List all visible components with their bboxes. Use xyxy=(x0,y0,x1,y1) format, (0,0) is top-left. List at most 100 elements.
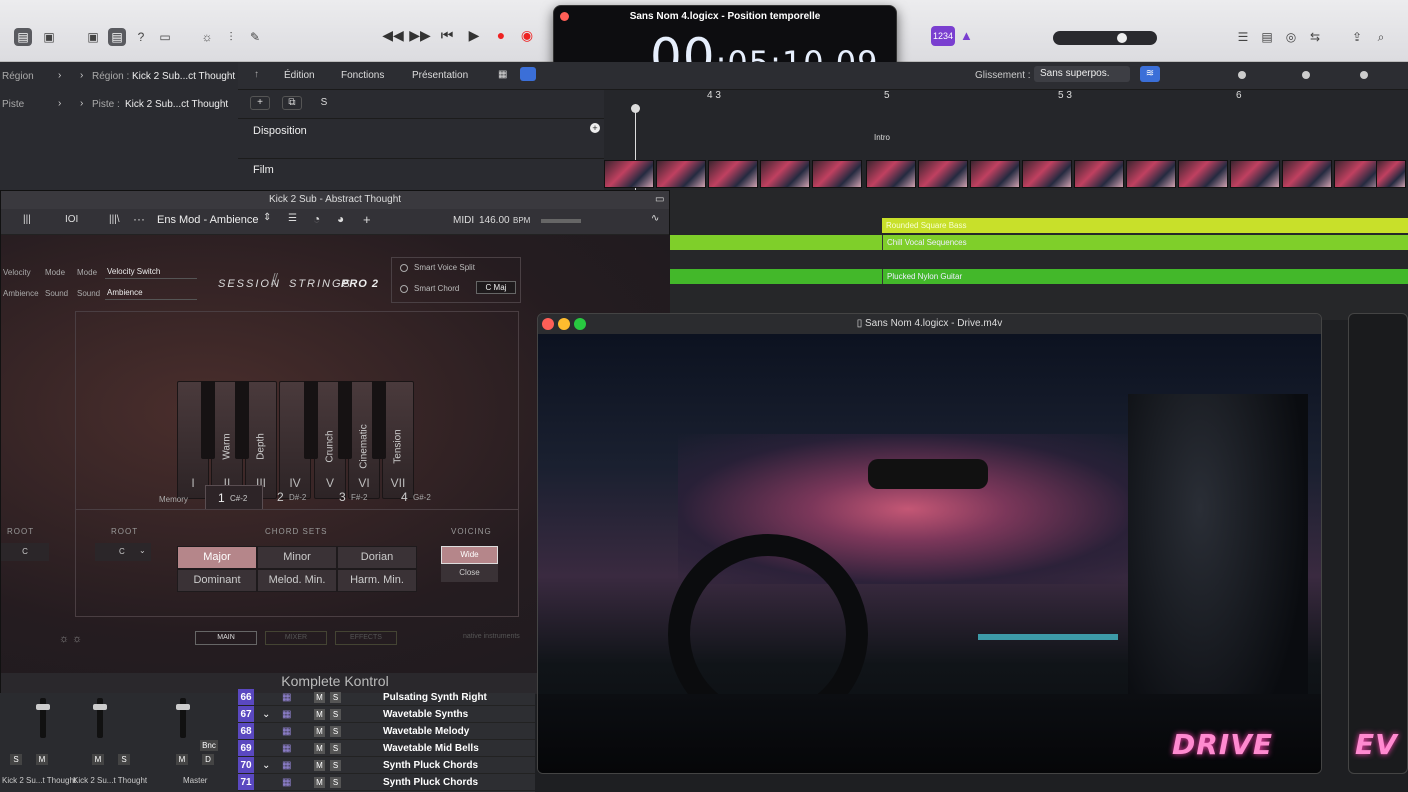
search-icon[interactable]: ⌕ xyxy=(1372,28,1390,46)
io-icon[interactable]: IOI xyxy=(65,214,78,225)
capture-record-icon[interactable]: ◉ xyxy=(516,27,538,44)
browser-icon[interactable]: ⇆ xyxy=(1306,28,1324,46)
arrangement-track-header[interactable]: Disposition + xyxy=(238,118,604,158)
minimize-button[interactable] xyxy=(558,318,570,330)
ch2-mute-button[interactable]: M xyxy=(92,754,104,765)
fader-master[interactable] xyxy=(176,698,190,738)
list-view-icon[interactable] xyxy=(520,67,536,81)
memory-slot-3[interactable]: 3 F#-2 xyxy=(333,485,391,509)
glissement-select[interactable]: Sans superpos. xyxy=(1034,66,1130,82)
memory-slot-1[interactable]: 1 C#-2 xyxy=(205,485,263,509)
ch2-solo-button[interactable]: S xyxy=(118,754,130,765)
smart-chord-select[interactable]: C Maj xyxy=(476,281,516,294)
track-row[interactable]: 66 ▦ M S Pulsating Synth Right xyxy=(238,689,535,706)
chord-key-7[interactable]: VII Tension xyxy=(382,381,414,499)
zoom-button[interactable] xyxy=(574,318,586,330)
chord-key-3[interactable]: III Depth xyxy=(245,381,277,499)
root-select[interactable]: C ⌄ xyxy=(95,543,151,561)
menu-fonctions[interactable]: Fonctions xyxy=(341,70,384,81)
list-editors-icon[interactable]: ☰ xyxy=(1234,28,1252,46)
master-mute-button[interactable]: M xyxy=(176,754,188,765)
sound-select[interactable]: Ambience xyxy=(105,286,197,300)
mode-select[interactable]: Velocity Switch xyxy=(105,265,197,279)
add-icon[interactable]: + xyxy=(363,212,371,227)
timeline[interactable]: 4 3 5 5 3 6 Intro xyxy=(604,90,1408,190)
track-row[interactable]: 70 ⌄ ▦ M S Synth Pluck Chords xyxy=(238,757,535,774)
preset-name[interactable]: Ens Mod - Ambience xyxy=(157,214,259,226)
tab-effects[interactable]: EFFECTS xyxy=(335,631,397,645)
master-volume-slider[interactable] xyxy=(1053,31,1157,45)
share-icon[interactable]: ⇪ xyxy=(1348,28,1366,46)
grid-view-icon[interactable]: ▦ xyxy=(498,69,507,80)
add-track-button[interactable]: + xyxy=(250,96,270,110)
chord-set-harm-min[interactable]: Harm. Min. xyxy=(337,569,417,592)
preset-icon[interactable]: ◔ xyxy=(313,212,320,226)
chord-set-minor[interactable]: Minor xyxy=(257,546,337,569)
region-plucked-nylon-guitar[interactable]: Plucked Nylon Guitar xyxy=(882,269,1408,284)
go-to-start-icon[interactable]: ⏮ xyxy=(436,27,458,44)
catch-icon[interactable]: ↑ xyxy=(254,69,259,80)
track-row[interactable]: 71 ▦ M S Synth Pluck Chords xyxy=(238,774,535,791)
smart-chord-radio[interactable] xyxy=(400,285,408,293)
region-row[interactable]: Région › › Région : Kick 2 Sub...ct Thou… xyxy=(0,62,238,90)
voicing-wide-button[interactable]: Wide xyxy=(441,546,498,564)
region-rounded-square-bass[interactable]: Rounded Square Bass xyxy=(882,218,1408,233)
film-track-header[interactable]: Film xyxy=(238,158,604,190)
chord-set-dominant[interactable]: Dominant xyxy=(177,569,257,592)
count-in-badge[interactable]: 1234 xyxy=(931,26,955,46)
left-root-select[interactable]: C xyxy=(1,543,49,561)
more-icon[interactable]: ··· xyxy=(133,212,145,226)
chord-set-melod-min[interactable]: Melod. Min. xyxy=(257,569,337,592)
mixer-icon[interactable]: ⫶ xyxy=(222,28,240,46)
toolbar-icon[interactable]: ▣ xyxy=(84,28,102,46)
master-dim-button[interactable]: D xyxy=(202,754,214,765)
volume-slider[interactable] xyxy=(541,219,581,223)
fader-ch2[interactable] xyxy=(93,698,107,738)
zoom-slider-2[interactable] xyxy=(1302,71,1310,79)
duplicate-track-button[interactable]: ⧉ xyxy=(282,96,302,110)
pencil-icon[interactable]: ✎ xyxy=(246,28,264,46)
fader-ch1[interactable] xyxy=(36,698,50,738)
tab-mixer[interactable]: MIXER xyxy=(265,631,327,645)
ch1-mute-button[interactable]: M xyxy=(36,754,48,765)
play-icon[interactable]: ▶ xyxy=(463,27,485,44)
memory-slot-4[interactable]: 4 G#-2 xyxy=(395,485,453,509)
chord-set-dorian[interactable]: Dorian xyxy=(337,546,417,569)
tab-main[interactable]: MAIN xyxy=(195,631,257,645)
volume-knob[interactable] xyxy=(1117,33,1127,43)
track-row[interactable]: 68 ▦ M S Wavetable Melody xyxy=(238,723,535,740)
tuner-icon[interactable]: ☼ xyxy=(198,28,216,46)
help-icon[interactable]: ? xyxy=(132,28,150,46)
link-icon[interactable]: ▭ xyxy=(655,194,664,205)
zoom-slider[interactable] xyxy=(1238,71,1246,79)
memory-slot-2[interactable]: 2 D#-2 xyxy=(271,485,329,509)
menu-edition[interactable]: Édition xyxy=(284,70,315,81)
preset-stepper-icon[interactable]: ⇕ xyxy=(263,212,271,223)
editor-icon[interactable]: ▭ xyxy=(156,28,174,46)
solo-button[interactable]: S xyxy=(314,96,334,110)
ch1-solo-button[interactable]: S xyxy=(10,754,22,765)
library-icon[interactable]: ▤ xyxy=(14,28,32,46)
close-button[interactable] xyxy=(542,318,554,330)
settings-icon[interactable]: ☼ ☼ xyxy=(59,633,82,645)
notepad-icon[interactable]: ▤ xyxy=(1258,28,1276,46)
waveform-icon[interactable]: ∿ xyxy=(651,213,659,224)
add-section-icon[interactable]: + xyxy=(590,123,600,133)
region-chill-vocal-sequences[interactable]: Chill Vocal Sequences xyxy=(882,235,1408,250)
smart-voice-radio[interactable] xyxy=(400,264,408,272)
forward-icon[interactable]: ▶▶ xyxy=(409,27,431,44)
track-row[interactable]: Piste › › Piste : Kick 2 Sub...ct Though… xyxy=(0,90,238,118)
intro-marker[interactable]: Intro xyxy=(874,133,890,142)
loops-icon[interactable]: ◎ xyxy=(1282,28,1300,46)
browser-toggle-icon[interactable]: ||| xyxy=(23,214,31,225)
metronome-icon[interactable]: ▲ xyxy=(960,28,973,43)
track-row[interactable]: 67 ⌄ ▦ M S Wavetable Synths xyxy=(238,706,535,723)
bounce-button[interactable]: Bnc xyxy=(200,740,218,751)
waveform-zoom-icon[interactable]: ≋ xyxy=(1140,66,1160,82)
chord-set-major[interactable]: Major xyxy=(177,546,257,569)
preset-list-icon[interactable]: ☰ xyxy=(288,213,297,224)
level-icon[interactable]: |||\ xyxy=(109,214,120,225)
voicing-close-button[interactable]: Close xyxy=(441,564,498,582)
track-row[interactable]: 69 ▦ M S Wavetable Mid Bells xyxy=(238,740,535,757)
record-icon[interactable]: ● xyxy=(490,27,512,43)
